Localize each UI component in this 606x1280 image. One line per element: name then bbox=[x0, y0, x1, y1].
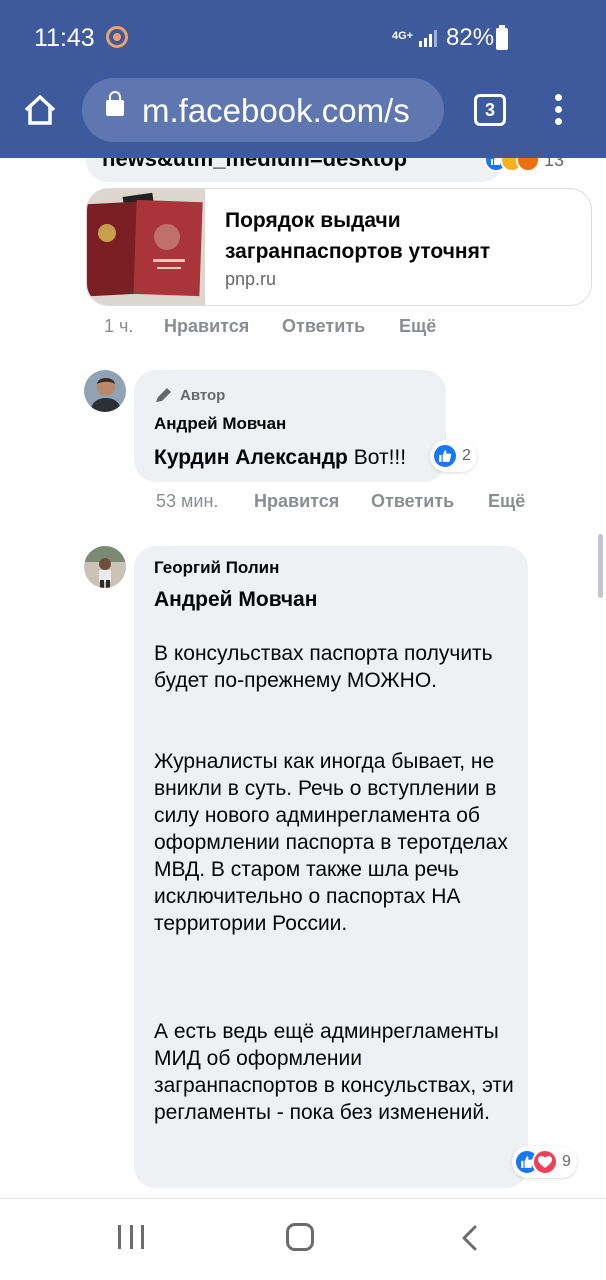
avatar[interactable] bbox=[84, 370, 126, 412]
status-time: 11:43 bbox=[34, 24, 95, 52]
link-domain: pnp.ru bbox=[225, 269, 277, 289]
author-badge: Автор bbox=[154, 386, 225, 404]
comment-actions: 53 мин. Нравится Ответить Ещё bbox=[156, 491, 525, 512]
comment-time: 53 мин. bbox=[156, 491, 219, 511]
url-text: m.facebook.com/s bbox=[142, 92, 410, 129]
commenter-name[interactable]: Андрей Мовчан bbox=[154, 414, 286, 434]
author-badge-label: Автор bbox=[180, 386, 226, 404]
comment-paragraph: В консульствах паспорта получить будет п… bbox=[154, 642, 493, 692]
like-reaction-icon bbox=[432, 443, 458, 469]
comment-actions: 1 ч. Нравится Ответить Ещё bbox=[104, 316, 436, 337]
screen: 11:43 4G+ 82% m.facebook.com/s 3 news&ut… bbox=[0, 0, 606, 1280]
reactions-summary[interactable]: 13 bbox=[484, 158, 564, 176]
comments-thread: news&utm_medium=desktop 13 Порядок выдач… bbox=[0, 158, 606, 1198]
address-bar[interactable]: m.facebook.com/s bbox=[82, 78, 444, 142]
link-preview-card[interactable]: Порядок выдачи загранпаспортов уточнят p… bbox=[86, 188, 592, 306]
scrollbar[interactable] bbox=[598, 534, 603, 598]
home-nav-icon[interactable] bbox=[286, 1223, 314, 1251]
reaction-count: 2 bbox=[462, 447, 471, 464]
tabs-button[interactable]: 3 bbox=[474, 94, 506, 126]
comment-time: 1 ч. bbox=[104, 316, 134, 336]
comment-paragraph: Журналисты как иногда бывает, не вникли … bbox=[154, 750, 508, 935]
comment-bubble: Автор Андрей Мовчан Курдин Александр Вот… bbox=[134, 370, 446, 482]
comment-paragraph: А есть ведь ещё админрегламенты МИД об о… bbox=[154, 1020, 514, 1124]
reaction-count: 9 bbox=[562, 1153, 571, 1170]
pencil-icon bbox=[156, 388, 171, 402]
system-navbar bbox=[0, 1198, 606, 1280]
comment-link-text[interactable]: news&utm_medium=desktop bbox=[102, 158, 407, 172]
reactions-pill[interactable]: 9 bbox=[512, 1146, 577, 1178]
comment-text: Курдин Александр Вот!!! bbox=[154, 444, 406, 471]
love-reaction-icon bbox=[532, 1149, 558, 1175]
battery-icon bbox=[496, 25, 508, 50]
recording-icon bbox=[106, 26, 128, 48]
reactions-pill[interactable]: 2 bbox=[430, 440, 477, 472]
mention-link[interactable]: Андрей Мовчан bbox=[154, 586, 317, 613]
recent-apps-icon[interactable] bbox=[118, 1225, 144, 1249]
browser-chrome: 11:43 4G+ 82% m.facebook.com/s 3 bbox=[0, 0, 606, 158]
like-link[interactable]: Нравится bbox=[164, 316, 282, 337]
more-link[interactable]: Ещё bbox=[488, 491, 525, 512]
reply-link[interactable]: Ответить bbox=[371, 491, 488, 512]
mention-link[interactable]: Курдин Александр bbox=[154, 446, 348, 469]
battery-level: 82% bbox=[446, 24, 495, 51]
angry-reaction-icon bbox=[516, 158, 540, 172]
commenter-name[interactable]: Георгий Полин bbox=[154, 558, 279, 578]
more-vert-icon[interactable] bbox=[548, 94, 568, 128]
comment-bubble-partial: news&utm_medium=desktop bbox=[86, 158, 504, 182]
more-link[interactable]: Ещё bbox=[399, 316, 436, 337]
network-type: 4G+ bbox=[392, 30, 414, 42]
signal-icon bbox=[419, 30, 437, 47]
avatar[interactable] bbox=[84, 546, 126, 588]
comment-text-body: Вот!!! bbox=[353, 446, 407, 469]
home-icon[interactable] bbox=[20, 90, 60, 130]
like-link[interactable]: Нравится bbox=[254, 491, 371, 512]
link-title: Порядок выдачи загранпаспортов уточнят bbox=[225, 209, 491, 263]
reaction-count: 13 bbox=[544, 158, 565, 170]
reply-link[interactable]: Ответить bbox=[282, 316, 399, 337]
lock-icon bbox=[106, 91, 124, 116]
link-thumbnail bbox=[87, 189, 205, 305]
comment-bubble: Георгий Полин Андрей Мовчан В консульств… bbox=[134, 546, 528, 1188]
back-icon[interactable] bbox=[458, 1225, 482, 1251]
